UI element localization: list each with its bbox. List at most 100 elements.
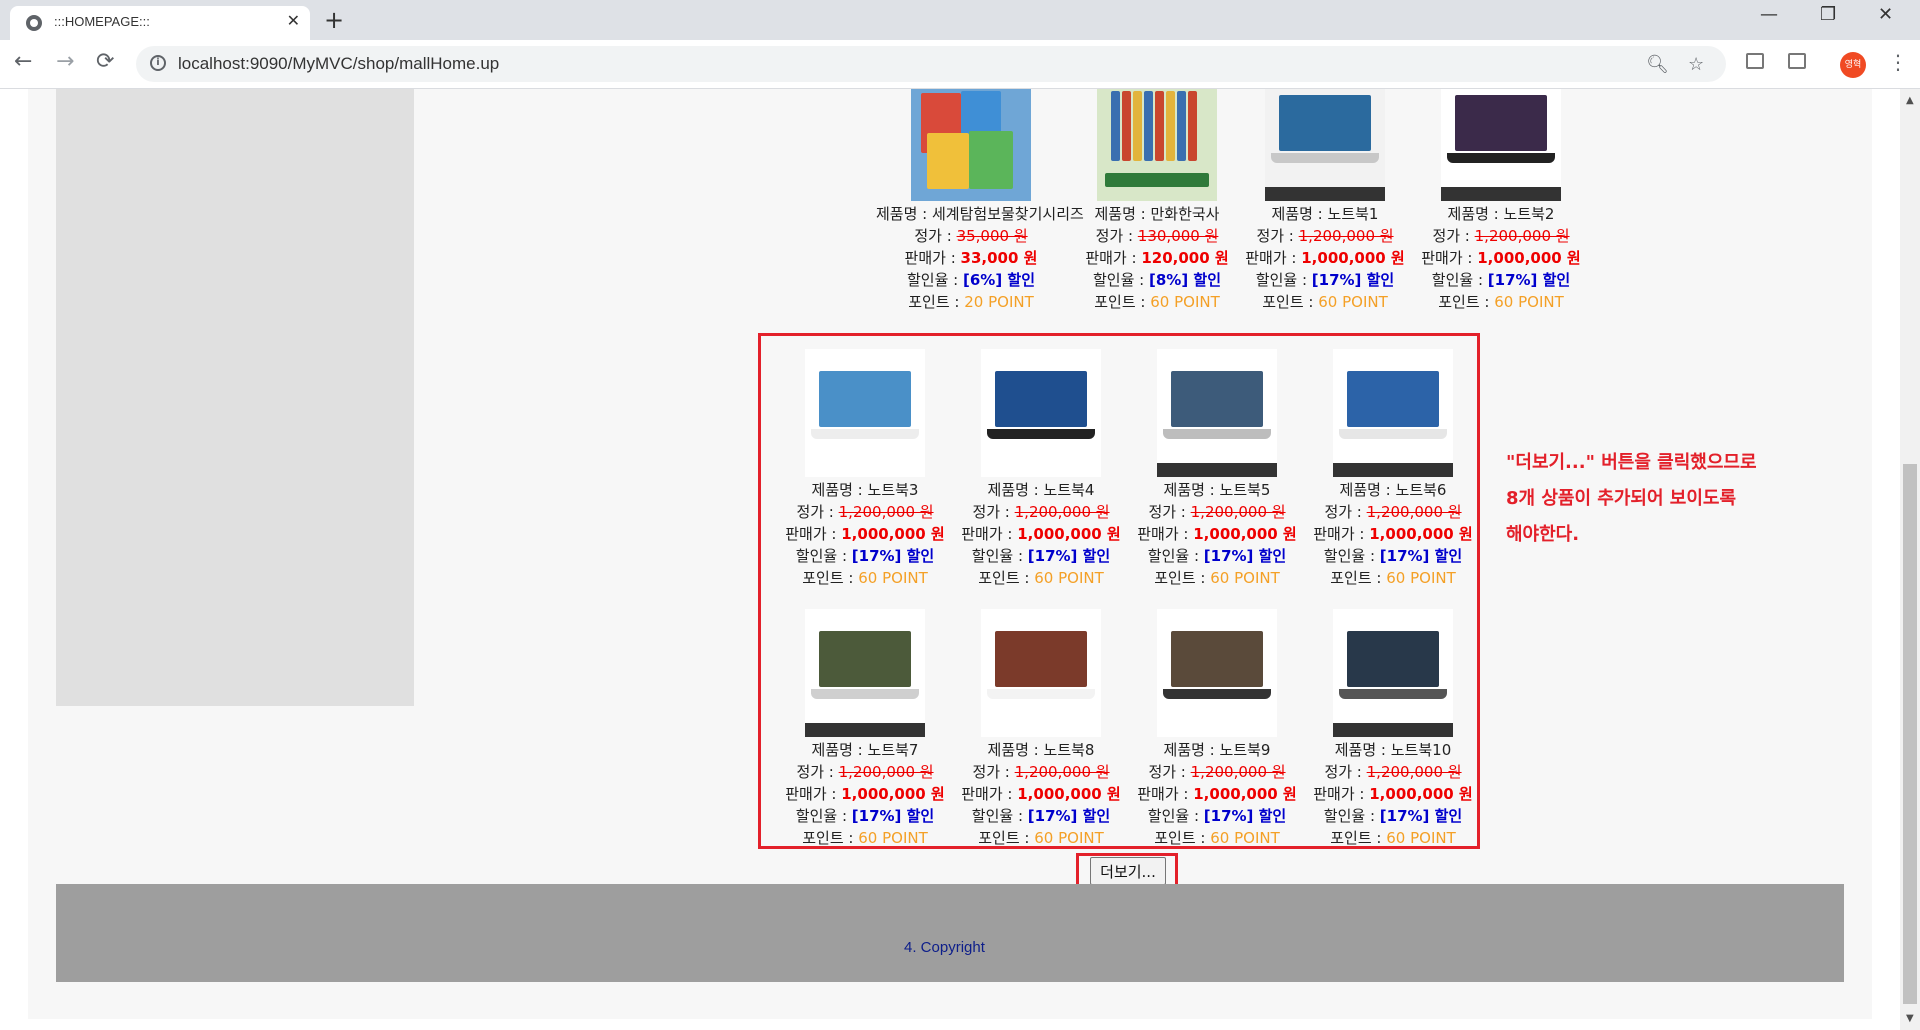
product-discount-rate-label: 할인율 : (1093, 271, 1149, 289)
book-cover (927, 133, 969, 189)
profile-avatar[interactable]: 영혁 (1840, 52, 1866, 78)
new-tab-button[interactable]: + (324, 6, 344, 34)
scroll-thumb[interactable] (1903, 464, 1917, 1004)
book-cover (969, 131, 1013, 189)
star-icon[interactable]: ☆ (1688, 54, 1704, 75)
book-spine (1122, 91, 1131, 161)
product-point: 60 POINT (1150, 293, 1220, 311)
scroll-down-icon[interactable]: ▼ (1906, 1013, 1914, 1024)
product-price-row: 정가 : 130,000 원 (1062, 225, 1252, 247)
page-viewport: 제품명 : 세계탐험보물찾기시리즈 정가 : 35,000 원 판매가 : 33,0… (0, 89, 1900, 1030)
product-point-label: 포인트 : (1094, 293, 1151, 311)
product-point-label: 포인트 : (908, 293, 965, 311)
product-name: 만화한국사 (1150, 205, 1220, 223)
product-point: 60 POINT (1494, 293, 1564, 311)
product-sale-price-row: 판매가 : 120,000 원 (1062, 247, 1252, 269)
product-sale-price: 33,000 원 (960, 249, 1038, 267)
annotation-line: 8개 상품이 추가되어 보이도록 (1506, 488, 1737, 509)
product-price-row: 정가 : 1,200,000 원 (1230, 225, 1420, 247)
address-bar[interactable]: i localhost:9090/MyMVC/shop/mallHome.up … (136, 46, 1726, 82)
highlight-box (758, 333, 1480, 849)
close-tab-icon[interactable]: ✕ (287, 11, 300, 30)
product-point-row: 포인트 : 60 POINT (1230, 291, 1420, 313)
laptop-screen (1279, 95, 1371, 151)
product-discount-rate-row: 할인율 : [17%] 할인 (1406, 269, 1596, 291)
product-image[interactable] (1441, 89, 1561, 201)
restore-icon[interactable]: ❐ (1820, 4, 1836, 25)
product-discount-rate-label: 할인율 : (907, 271, 963, 289)
product-price: 130,000 원 (1137, 227, 1219, 245)
product-name-label: 제품명 : (1094, 205, 1151, 223)
book-spine (1166, 91, 1175, 161)
promo-band (1105, 173, 1209, 187)
scroll-up-icon[interactable]: ▲ (1906, 95, 1914, 106)
book-spine (1177, 91, 1186, 161)
product-discount-rate: [8%] 할인 (1149, 271, 1221, 289)
product-price: 35,000 원 (956, 227, 1028, 245)
minimize-icon[interactable]: — (1760, 4, 1778, 25)
product-point-row: 포인트 : 60 POINT (1062, 291, 1252, 313)
book-spine (1133, 91, 1142, 161)
product-card[interactable]: 제품명 : 노트북1 정가 : 1,200,000 원 판매가 : 1,000,00… (1230, 89, 1420, 313)
forward-icon[interactable]: → (56, 49, 74, 74)
product-image[interactable] (1097, 89, 1217, 201)
back-icon[interactable]: ← (14, 49, 32, 74)
product-sale-price-label: 판매가 : (1245, 249, 1302, 267)
extension-icon[interactable] (1746, 53, 1764, 69)
product-price-label: 정가 : (1095, 227, 1138, 245)
tab-strip: :::HOMEPAGE::: ✕ + — ❐ ✕ (0, 0, 1920, 40)
product-point-row: 포인트 : 60 POINT (1406, 291, 1596, 313)
url-text[interactable]: localhost:9090/MyMVC/shop/mallHome.up (178, 54, 499, 74)
book-spine (1188, 91, 1197, 161)
product-sale-price-row: 판매가 : 1,000,000 원 (1230, 247, 1420, 269)
product-card[interactable]: 제품명 : 만화한국사 정가 : 130,000 원 판매가 : 120,000 원… (1062, 89, 1252, 313)
more-button[interactable]: 더보기... (1090, 857, 1166, 885)
product-card[interactable]: 제품명 : 세계탐험보물찾기시리즈 정가 : 35,000 원 판매가 : 33,0… (876, 89, 1084, 313)
product-discount-rate-row: 할인율 : [8%] 할인 (1062, 269, 1252, 291)
cast-icon[interactable] (1788, 53, 1806, 69)
info-icon[interactable]: i (150, 55, 166, 71)
reload-icon[interactable]: ⟳ (96, 49, 114, 74)
browser-toolbar: ← → ⟳ i localhost:9090/MyMVC/shop/mallHo… (0, 40, 1920, 89)
laptop-screen (1455, 95, 1547, 151)
page-scrollbar[interactable]: ▲ ▼ (1900, 89, 1920, 1030)
product-name: 노트북2 (1503, 205, 1555, 223)
window-close-icon[interactable]: ✕ (1878, 4, 1893, 25)
product-name-row: 제품명 : 세계탐험보물찾기시리즈 (876, 203, 1084, 225)
globe-icon (26, 15, 42, 31)
product-image[interactable] (911, 89, 1031, 201)
product-name-label: 제품명 : (1447, 205, 1504, 223)
spec-band (1265, 187, 1385, 201)
product-name-row: 제품명 : 노트북2 (1406, 203, 1596, 225)
browser-tab[interactable]: :::HOMEPAGE::: ✕ (10, 6, 310, 40)
product-price: 1,200,000 원 (1298, 227, 1394, 245)
product-name-label: 제품명 : (876, 205, 932, 223)
laptop-base (1271, 153, 1379, 163)
product-point-label: 포인트 : (1262, 293, 1319, 311)
annotation-note: "더보기..." 버튼을 클릭했으므로 8개 상품이 추가되어 보이도록 해야한… (1506, 445, 1836, 553)
spec-band (1441, 187, 1561, 201)
product-price: 1,200,000 원 (1474, 227, 1570, 245)
product-sale-price-label: 판매가 : (904, 249, 961, 267)
product-point-label: 포인트 : (1438, 293, 1495, 311)
product-name-row: 제품명 : 노트북1 (1230, 203, 1420, 225)
product-price-label: 정가 : (1432, 227, 1475, 245)
product-name-label: 제품명 : (1271, 205, 1328, 223)
product-sale-price: 1,000,000 원 (1301, 249, 1405, 267)
product-price-label: 정가 : (1256, 227, 1299, 245)
zoom-icon[interactable]: 🔍︎ (1646, 54, 1669, 75)
laptop-base (1447, 153, 1555, 163)
menu-icon[interactable]: ⋮ (1888, 50, 1908, 74)
book-spine (1155, 91, 1164, 161)
left-sidebar (56, 89, 414, 706)
product-card[interactable]: 제품명 : 노트북2 정가 : 1,200,000 원 판매가 : 1,000,00… (1406, 89, 1596, 313)
product-discount-rate-row: 할인율 : [17%] 할인 (1230, 269, 1420, 291)
product-discount-rate: [17%] 할인 (1487, 271, 1571, 289)
product-discount-rate-label: 할인율 : (1255, 271, 1312, 289)
tab-title: :::HOMEPAGE::: (54, 14, 150, 29)
product-sale-price-row: 판매가 : 33,000 원 (876, 247, 1066, 269)
annotation-line: 해야한다. (1506, 524, 1580, 545)
product-image[interactable] (1265, 89, 1385, 201)
copyright-text: 4. Copyright (904, 939, 985, 956)
product-price-row: 정가 : 35,000 원 (876, 225, 1066, 247)
